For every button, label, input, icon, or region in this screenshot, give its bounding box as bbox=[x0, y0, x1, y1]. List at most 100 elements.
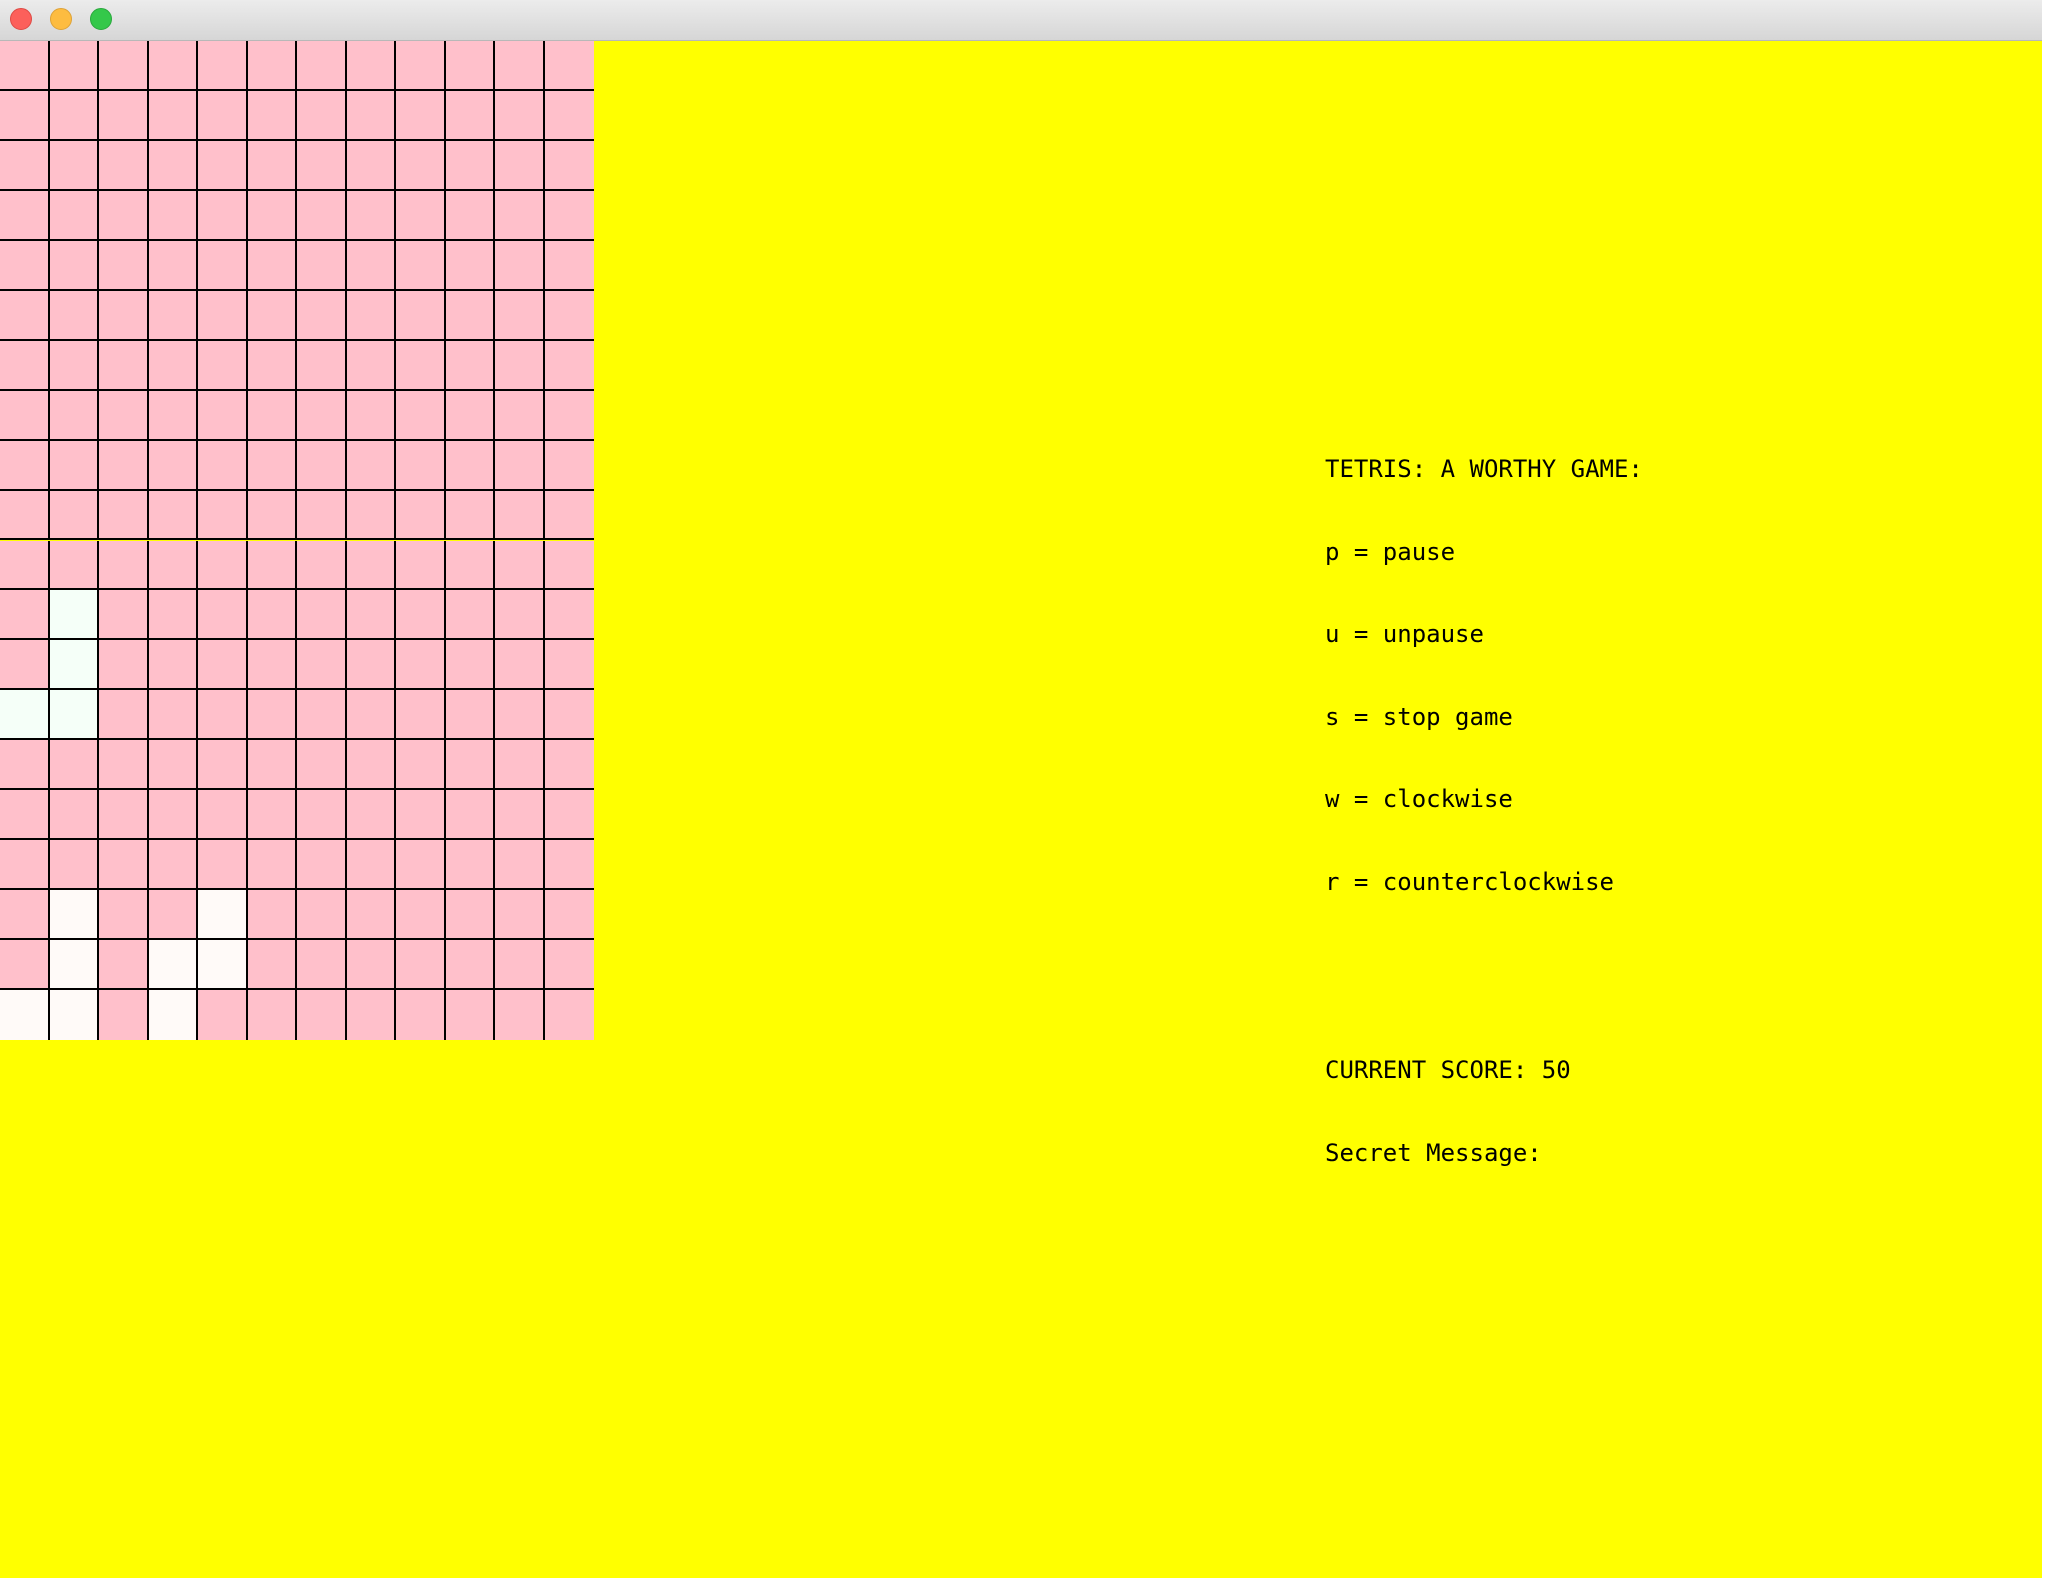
empty-cell bbox=[99, 540, 149, 591]
empty-cell bbox=[297, 440, 347, 491]
empty-cell bbox=[445, 640, 495, 691]
empty-cell bbox=[396, 990, 446, 1040]
empty-cell bbox=[247, 940, 297, 991]
empty-cell bbox=[346, 240, 396, 291]
empty-cell bbox=[198, 640, 248, 691]
empty-cell bbox=[247, 790, 297, 841]
empty-cell bbox=[0, 290, 50, 341]
empty-cell bbox=[495, 840, 545, 891]
empty-cell bbox=[346, 490, 396, 541]
empty-cell bbox=[445, 190, 495, 241]
empty-cell bbox=[297, 590, 347, 641]
empty-cell bbox=[346, 940, 396, 991]
empty-cell bbox=[0, 390, 50, 441]
empty-cell bbox=[544, 640, 594, 691]
empty-cell bbox=[247, 490, 297, 541]
empty-cell bbox=[148, 540, 198, 591]
empty-cell bbox=[198, 190, 248, 241]
empty-cell bbox=[396, 90, 446, 141]
empty-cell bbox=[544, 990, 594, 1040]
empty-cell bbox=[49, 41, 99, 91]
empty-cell bbox=[99, 41, 149, 91]
empty-cell bbox=[445, 41, 495, 91]
empty-cell bbox=[495, 490, 545, 541]
empty-cell bbox=[297, 790, 347, 841]
empty-cell bbox=[148, 390, 198, 441]
close-button[interactable] bbox=[10, 8, 32, 30]
empty-cell bbox=[198, 240, 248, 291]
title-bar bbox=[0, 0, 2042, 41]
empty-cell bbox=[346, 690, 396, 741]
empty-cell bbox=[0, 890, 50, 941]
empty-cell bbox=[247, 290, 297, 341]
zoom-button[interactable] bbox=[90, 8, 112, 30]
empty-cell bbox=[247, 41, 297, 91]
empty-cell bbox=[544, 340, 594, 391]
empty-cell bbox=[148, 790, 198, 841]
empty-cell bbox=[148, 140, 198, 191]
empty-cell bbox=[297, 290, 347, 341]
empty-cell bbox=[148, 840, 198, 891]
empty-cell bbox=[99, 990, 149, 1040]
empty-cell bbox=[0, 140, 50, 191]
empty-cell bbox=[445, 140, 495, 191]
empty-cell bbox=[396, 41, 446, 91]
empty-cell bbox=[544, 190, 594, 241]
filled-cell bbox=[49, 590, 99, 641]
empty-cell bbox=[148, 190, 198, 241]
empty-cell bbox=[99, 790, 149, 841]
empty-cell bbox=[445, 890, 495, 941]
empty-cell bbox=[495, 340, 545, 391]
empty-cell bbox=[544, 840, 594, 891]
empty-cell bbox=[495, 140, 545, 191]
empty-cell bbox=[544, 940, 594, 991]
empty-cell bbox=[99, 390, 149, 441]
empty-cell bbox=[99, 290, 149, 341]
empty-cell bbox=[297, 340, 347, 391]
empty-cell bbox=[495, 41, 545, 91]
filled-cell bbox=[198, 940, 248, 991]
empty-cell bbox=[297, 840, 347, 891]
empty-cell bbox=[346, 90, 396, 141]
empty-cell bbox=[0, 540, 50, 591]
minimize-button[interactable] bbox=[50, 8, 72, 30]
empty-cell bbox=[396, 940, 446, 991]
empty-cell bbox=[247, 440, 297, 491]
control-clockwise: w = clockwise bbox=[1325, 785, 1513, 813]
empty-cell bbox=[198, 340, 248, 391]
empty-cell bbox=[49, 240, 99, 291]
game-canvas[interactable]: TETRIS: A WORTHY GAME: p = pause u = unp… bbox=[0, 41, 2042, 1578]
empty-cell bbox=[445, 540, 495, 591]
tetris-board bbox=[0, 41, 594, 1040]
empty-cell bbox=[445, 490, 495, 541]
empty-cell bbox=[99, 840, 149, 891]
empty-cell bbox=[247, 90, 297, 141]
empty-cell bbox=[445, 340, 495, 391]
empty-cell bbox=[198, 790, 248, 841]
empty-cell bbox=[99, 240, 149, 291]
empty-cell bbox=[148, 640, 198, 691]
empty-cell bbox=[0, 240, 50, 291]
empty-cell bbox=[495, 90, 545, 141]
empty-cell bbox=[49, 140, 99, 191]
empty-cell bbox=[495, 590, 545, 641]
empty-cell bbox=[0, 840, 50, 891]
empty-cell bbox=[0, 590, 50, 641]
empty-cell bbox=[346, 790, 396, 841]
empty-cell bbox=[544, 41, 594, 91]
empty-cell bbox=[346, 440, 396, 491]
empty-cell bbox=[148, 740, 198, 791]
empty-cell bbox=[396, 390, 446, 441]
empty-cell bbox=[99, 890, 149, 941]
empty-cell bbox=[346, 840, 396, 891]
empty-cell bbox=[0, 740, 50, 791]
empty-cell bbox=[346, 640, 396, 691]
empty-cell bbox=[495, 390, 545, 441]
window-edge bbox=[2042, 0, 2048, 1578]
empty-cell bbox=[346, 990, 396, 1040]
filled-cell bbox=[49, 640, 99, 691]
empty-cell bbox=[49, 190, 99, 241]
filled-cell bbox=[148, 940, 198, 991]
empty-cell bbox=[396, 840, 446, 891]
empty-cell bbox=[495, 690, 545, 741]
